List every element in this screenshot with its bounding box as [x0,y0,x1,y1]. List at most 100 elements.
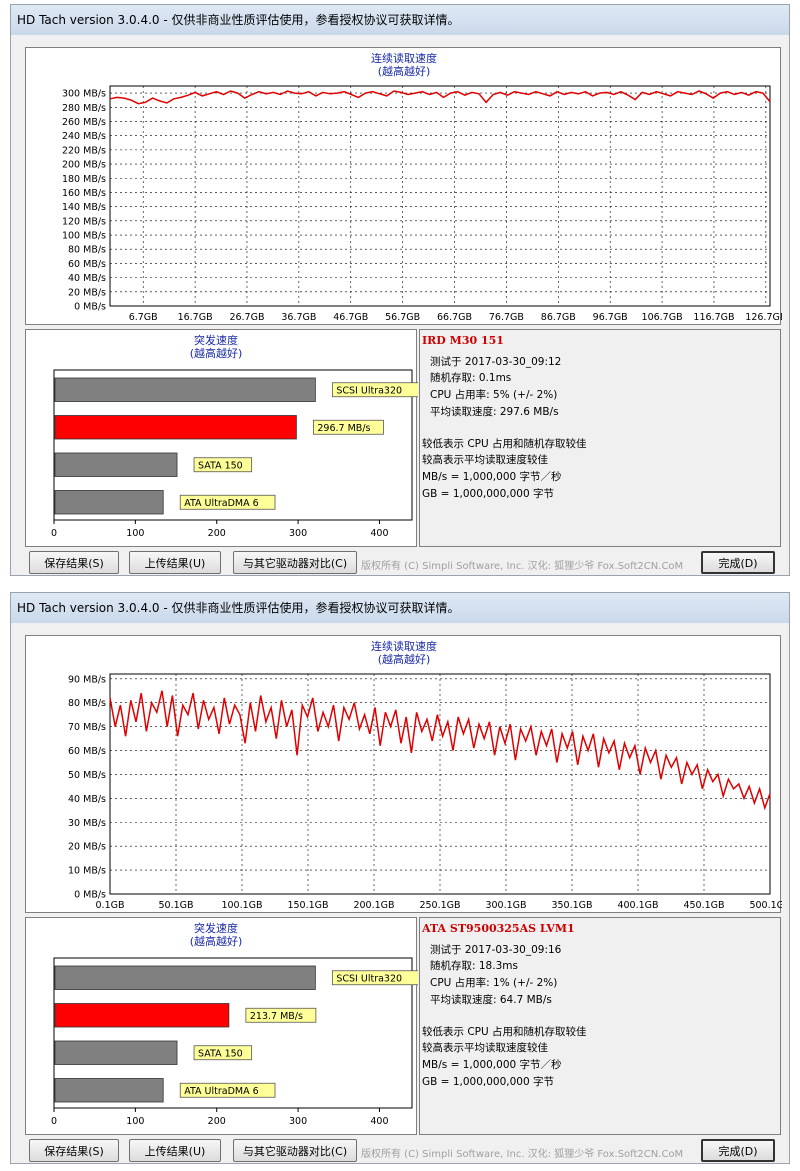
y-tick-label: 20 MB/s [68,842,106,853]
burst-bar [54,452,178,477]
x-tick-label: 126.7GB [745,312,782,323]
burst-tick-label: 100 [126,528,144,539]
y-tick-label: 280 MB/s [62,103,106,114]
tested-time: 测试于 2017-03-30_09:16 [430,944,562,956]
x-tick-label: 100.1GB [221,900,262,911]
x-tick-label: 0.1GB [96,900,125,911]
save-results-button[interactable]: 保存结果(S) [29,1139,119,1162]
burst-speed-chart: 突发速度(越高越好) SCSI Ultra320 213.7 MB/s SATA 15… [51,921,422,1127]
y-tick-label: 40 MB/s [68,794,106,805]
burst-title: 突发速度 [194,921,238,935]
x-tick-label: 66.7GB [437,312,472,323]
sequential-read-panel: 连续读取速度 (越高越好) 90 MB/s 80 MB/s 70 MB/s 60 MB/s… [25,635,791,913]
burst-subtitle: (越高越好) [190,346,243,360]
x-tick-label: 350.1GB [551,900,592,911]
burst-bar [54,1040,178,1065]
burst-bar-label: 213.7 MB/s [250,1011,303,1022]
y-tick-label: 80 MB/s [68,698,106,709]
burst-bar-label: SATA 150 [198,1048,243,1059]
y-tick-label: 90 MB/s [68,674,106,685]
y-tick-label: 0 MB/s [74,302,106,313]
burst-speed-panel: 突发速度 (越高越好) SCSI Ultra320 296.7 MB/s SATA 15… [25,329,422,547]
cpu-usage: CPU 占用率: 1% (+/- 2%) [430,977,558,989]
burst-bar-label: ATA UltraDMA 6 [184,1086,258,1097]
note-gb: GB = 1,000,000,000 字节 [422,488,554,500]
drive-name: IRD M30 151 [422,334,504,347]
tested-time: 测试于 2017-03-30_09:12 [430,356,562,368]
x-tick-label: 46.7GB [333,312,368,323]
y-tick-label: 220 MB/s [62,145,106,156]
burst-tick-label: 400 [370,1116,388,1127]
y-tick-label: 40 MB/s [68,273,106,284]
random-access: 随机存取: 18.3ms [430,960,518,972]
burst-bar-label: SATA 150 [198,460,243,471]
button-row: 保存结果(S) 上传结果(U) 与其它驱动器对比(C) 版权所有 (C) Sim… [11,1139,789,1163]
y-tick-label: 260 MB/s [62,117,106,128]
y-tick-label: 300 MB/s [62,89,106,100]
window-title: HD Tach version 3.0.4.0 - 仅供非商业性质评估使用，参看… [11,5,789,35]
x-tick-label: 500.1GB [749,900,782,911]
burst-tick-label: 100 [126,1116,144,1127]
note-speed: 较高表示平均读取速度较佳 [422,454,548,466]
compare-drives-button[interactable]: 与其它驱动器对比(C) [233,1139,357,1162]
burst-title: 突发速度 [194,333,238,347]
cpu-usage: CPU 占用率: 5% (+/- 2%) [430,389,558,401]
y-tick-label: 60 MB/s [68,746,106,757]
x-tick-label: 250.1GB [419,900,460,911]
done-button[interactable]: 完成(D) [701,551,775,574]
burst-tick-label: 200 [208,1116,226,1127]
chart-title: 连续读取速度 [371,51,437,65]
x-tick-label: 6.7GB [129,312,158,323]
burst-speed-chart: 突发速度(越高越好) SCSI Ultra320 296.7 MB/s SATA 15… [51,333,422,539]
average-read: 平均读取速度: 297.6 MB/s [430,406,559,418]
note-cpu: 较低表示 CPU 占用和随机存取较佳 [422,1026,587,1038]
x-tick-label: 76.7GB [489,312,524,323]
x-tick-label: 50.1GB [158,900,193,911]
upload-results-button[interactable]: 上传结果(U) [129,1139,221,1162]
burst-subtitle: (越高越好) [190,934,243,948]
average-read: 平均读取速度: 64.7 MB/s [430,994,552,1006]
burst-speed-panel: 突发速度 (越高越好) SCSI Ultra320 213.7 MB/s SATA 15… [25,917,422,1135]
save-results-button[interactable]: 保存结果(S) [29,551,119,574]
done-button[interactable]: 完成(D) [701,1139,775,1162]
y-tick-label: 20 MB/s [68,287,106,298]
y-tick-label: 180 MB/s [62,174,106,185]
y-tick-label: 100 MB/s [62,231,106,242]
burst-bar [54,1078,164,1103]
y-tick-label: 200 MB/s [62,160,106,171]
x-tick-label: 56.7GB [385,312,420,323]
y-tick-label: 240 MB/s [62,131,106,142]
window-title: HD Tach version 3.0.4.0 - 仅供非商业性质评估使用，参看… [11,593,789,623]
burst-tick-label: 0 [51,1116,57,1127]
note-cpu: 较低表示 CPU 占用和随机存取较佳 [422,438,587,450]
compare-drives-button[interactable]: 与其它驱动器对比(C) [233,551,357,574]
burst-bar [54,377,316,402]
burst-tick-label: 200 [208,528,226,539]
y-tick-label: 140 MB/s [62,202,106,213]
x-tick-label: 106.7GB [642,312,683,323]
burst-bar [54,965,316,990]
drive-name: ATA ST9500325AS LVM1 [422,922,575,935]
x-tick-label: 16.7GB [178,312,213,323]
hdtach-window-2: HD Tach version 3.0.4.0 - 仅供非商业性质评估使用，参看… [10,592,791,1164]
drive-info-panel: ATA ST9500325AS LVM1 测试于 2017-03-30_09:1… [419,917,781,1135]
upload-results-button[interactable]: 上传结果(U) [129,551,221,574]
y-tick-label: 60 MB/s [68,259,106,270]
sequential-read-chart: 连续读取速度(越高越好) 300 MB/s 280 MB/s 260 MB/s 240 … [62,51,786,323]
note-gb: GB = 1,000,000,000 字节 [422,1076,554,1088]
burst-tick-label: 300 [289,528,307,539]
button-row: 保存结果(S) 上传结果(U) 与其它驱动器对比(C) 版权所有 (C) Sim… [11,551,789,575]
chart-title: 连续读取速度 [371,639,437,653]
note-mbs: MB/s = 1,000,000 字节／秒 [422,1059,562,1071]
burst-bar [54,1003,230,1028]
y-tick-label: 30 MB/s [68,818,106,829]
plot-border [109,85,771,307]
copyright-text: 版权所有 (C) Simpli Software, Inc. 汉化: 狐狸少爷 … [361,1149,684,1160]
copyright-text: 版权所有 (C) Simpli Software, Inc. 汉化: 狐狸少爷 … [361,561,684,572]
x-tick-label: 96.7GB [593,312,628,323]
x-tick-label: 36.7GB [281,312,316,323]
drive-info-panel: IRD M30 151 测试于 2017-03-30_09:12 随机存取: 0… [419,329,781,547]
chart-subtitle: (越高越好) [378,652,431,666]
y-tick-label: 160 MB/s [62,188,106,199]
y-tick-label: 10 MB/s [68,866,106,877]
